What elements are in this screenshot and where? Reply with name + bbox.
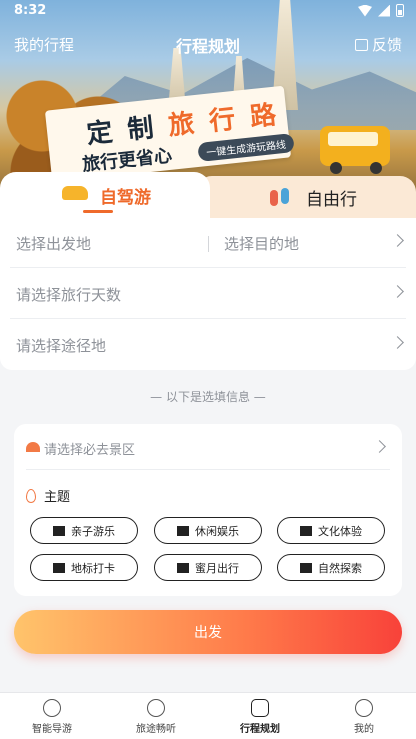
waypoints-field: 请选择途径地 [16,337,107,355]
umbrella-icon [177,525,189,536]
feedback-label: 反馈 [371,36,402,54]
theme-chip-leisure[interactable]: 休闲娱乐 [154,517,262,544]
theme-chip-label: 蜜月出行 [195,561,239,575]
tab-profile[interactable]: 我的 [312,697,416,735]
music-icon [147,699,165,717]
car-icon [62,186,88,200]
theme-chip-label: 地标打卡 [71,561,115,575]
tab-smart-guide[interactable]: 智能导游 [0,697,104,735]
book-icon [300,525,312,536]
chevron-right-icon [373,440,386,453]
theme-chip-label: 文化体验 [318,524,362,538]
balloon-icon [26,488,36,503]
tab-audio[interactable]: 旅途畅听 [104,697,208,735]
wifi-icon [358,4,372,17]
status-bar: 8:32 [0,0,416,24]
tab-label: 旅途畅听 [136,724,176,735]
destination-field[interactable]: 选择目的地 [224,233,299,254]
page-title: 行程规划 [175,37,240,56]
theme-chip-label: 亲子游乐 [71,524,115,538]
optional-card: 请选择必去景区 主题 亲子游乐 休闲娱乐 文化体验 地标打卡 蜜月出行 自然探索 [14,424,402,596]
departure-field[interactable]: 选择出发地 [16,233,91,254]
tab-label: 智能导游 [32,724,72,735]
must-see-row[interactable]: 请选择必去景区 [26,438,390,470]
theme-chip-label: 自然探索 [318,561,362,575]
signal-icon [378,4,390,17]
tab-label: 我的 [354,724,374,735]
tab-free-travel-label: 自由行 [306,190,357,210]
user-icon [355,699,373,717]
feedback-icon [354,38,368,51]
theme-chip-honeymoon[interactable]: 蜜月出行 [154,554,262,581]
theme-header: 主题 [26,486,70,505]
battery-icon [396,4,404,17]
waypoints-row[interactable]: 请选择途径地 [10,320,406,370]
tab-label: 行程规划 [240,724,280,735]
theme-title: 主题 [44,490,71,505]
theme-chip-culture[interactable]: 文化体验 [277,517,385,544]
travelers-icon [270,188,294,206]
landmark-icon [53,562,65,573]
theme-chip-label: 休闲娱乐 [195,524,239,538]
location-row: 选择出发地 选择目的地 [10,218,406,268]
tab-self-drive[interactable]: 自驾游 [0,172,210,220]
bus-illustration [320,126,390,166]
tab-self-drive-label: 自驾游 [100,188,151,208]
chevron-right-icon [391,285,404,298]
start-button[interactable]: 出发 [14,610,402,654]
status-time: 8:32 [14,3,47,18]
days-field: 请选择旅行天数 [16,286,122,304]
active-tab-indicator [83,210,113,213]
guide-icon [43,699,61,717]
must-see-field: 请选择必去景区 [44,443,136,458]
chevron-right-icon [391,234,404,247]
family-icon [53,525,65,536]
tab-trip-planning[interactable]: 行程规划 [208,697,312,735]
feedback-button[interactable]: 反馈 [354,34,402,55]
theme-chip-nature[interactable]: 自然探索 [277,554,385,581]
theme-chip-landmark[interactable]: 地标打卡 [30,554,138,581]
chevron-right-icon [391,336,404,349]
days-row[interactable]: 请选择旅行天数 [10,269,406,319]
trip-form: 选择出发地 选择目的地 请选择旅行天数 请选择途径地 [0,218,416,370]
nav-bar: 我的行程 行程规划 反馈 [0,30,416,60]
field-divider [208,236,209,252]
tree-icon [300,562,312,573]
mode-tabs: 自由行 自驾游 [0,172,416,220]
mountain-icon [26,442,40,452]
plane-icon [177,562,189,573]
optional-divider: — 以下是选填信息 — [150,390,266,404]
bottom-tab-bar: 智能导游 旅途畅听 行程规划 我的 [0,692,416,739]
theme-chip-family[interactable]: 亲子游乐 [30,517,138,544]
planner-icon [251,699,269,717]
tab-free-travel[interactable]: 自由行 [196,176,416,220]
